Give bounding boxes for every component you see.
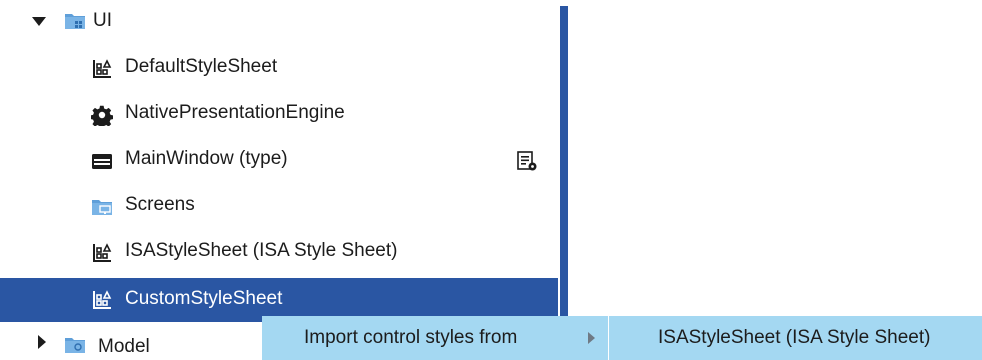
- tree-item-label: ISAStyleSheet (ISA Style Sheet): [125, 240, 398, 261]
- tree-item-label: NativePresentationEngine: [125, 102, 345, 123]
- tree-item-label: DefaultStyleSheet: [125, 56, 278, 77]
- stylesheet-icon: [93, 59, 112, 78]
- model-folder-icon: [65, 338, 85, 353]
- submenu: ISAStyleSheet (ISA Style Sheet): [609, 316, 982, 360]
- stylesheet-icon: [93, 243, 112, 262]
- panel-splitter[interactable]: [558, 0, 572, 360]
- tree-item-label: CustomStyleSheet: [125, 288, 283, 309]
- collapse-arrow-icon[interactable]: [38, 335, 46, 349]
- tree-item-screens[interactable]: Screens: [0, 184, 558, 230]
- screens-folder-icon: [92, 200, 112, 215]
- tree-node-ui[interactable]: UI: [0, 0, 558, 46]
- submenu-item-isastylesheet[interactable]: ISAStyleSheet (ISA Style Sheet): [658, 316, 930, 360]
- submenu-arrow-icon: [588, 332, 595, 344]
- expand-arrow-icon[interactable]: [32, 17, 46, 26]
- folder-icon: [65, 14, 85, 29]
- tree-item-label: Screens: [125, 194, 195, 215]
- vertical-scrollbar[interactable]: [560, 6, 568, 360]
- tree-item-defaultstylesheet[interactable]: DefaultStyleSheet: [0, 46, 558, 92]
- tree-item-label: MainWindow (type): [125, 148, 288, 169]
- tree-item-nativepresentationengine[interactable]: NativePresentationEngine: [0, 92, 558, 138]
- menu-item-import-control-styles[interactable]: Import control styles from: [304, 316, 517, 360]
- tree-item-isastylesheet[interactable]: ISAStyleSheet (ISA Style Sheet): [0, 230, 558, 276]
- tree-node-label: Model: [98, 336, 150, 357]
- tree-node-label: UI: [93, 10, 112, 31]
- window-icon: [92, 154, 112, 169]
- gear-icon: [91, 105, 113, 126]
- stylesheet-icon: [93, 290, 112, 309]
- menu-item-label: Import control styles from: [304, 327, 518, 348]
- tree-item-mainwindow[interactable]: MainWindow (type): [0, 138, 558, 184]
- context-menu: Import control styles from: [262, 316, 608, 360]
- properties-icon[interactable]: [516, 150, 538, 172]
- project-tree: UI DefaultStyleSheet NativePresentationE…: [0, 0, 558, 360]
- menu-item-label: ISAStyleSheet (ISA Style Sheet): [658, 327, 931, 348]
